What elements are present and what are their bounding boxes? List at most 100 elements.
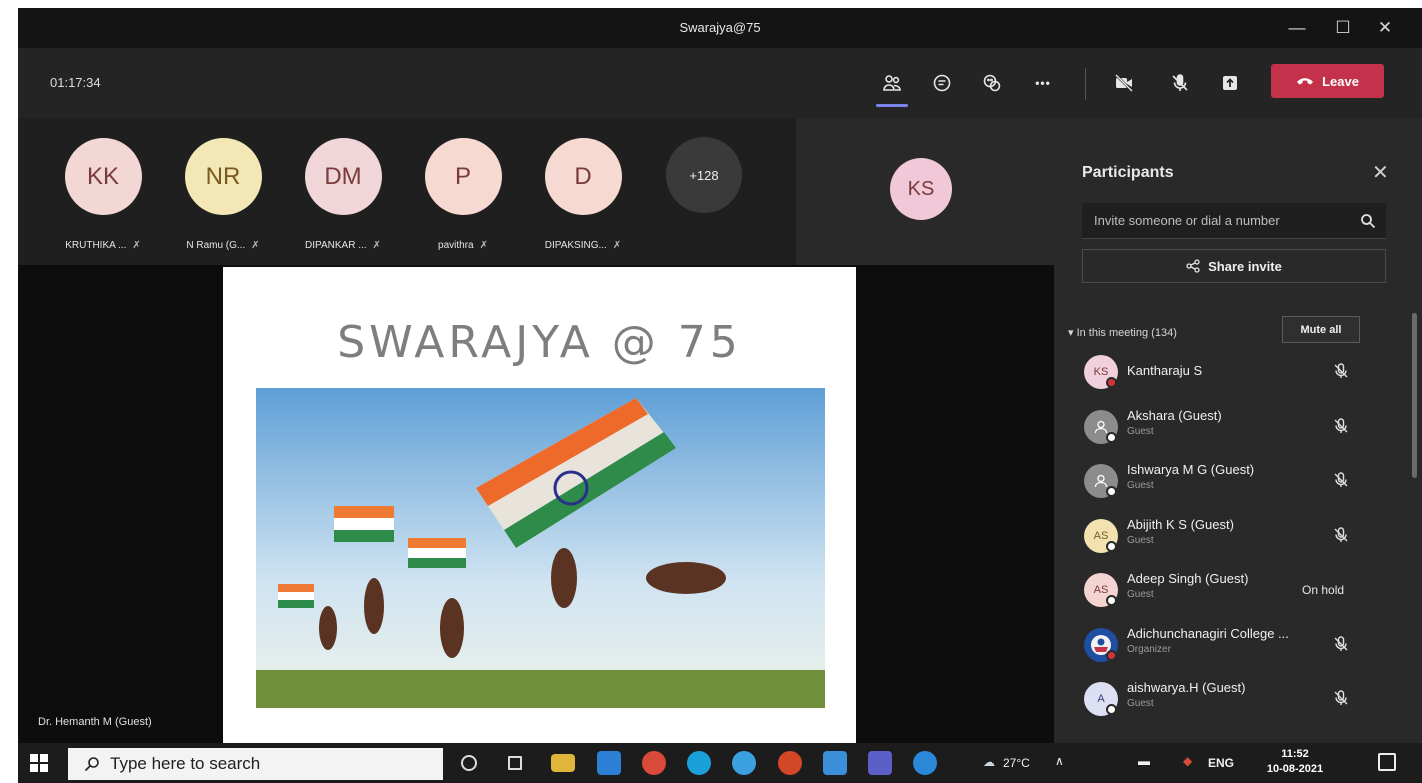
reactions-icon[interactable]: [975, 66, 1009, 100]
participant-name: aishwarya.H (Guest): [1127, 680, 1246, 695]
close-panel-button[interactable]: ✕: [1372, 160, 1389, 185]
browser-icon[interactable]: [732, 751, 756, 775]
avatar: KK: [64, 138, 142, 215]
scrollbar[interactable]: [1412, 313, 1417, 478]
mute-all-button[interactable]: Mute all: [1282, 316, 1360, 343]
windows-start-icon[interactable]: [30, 754, 48, 772]
chat-icon[interactable]: [925, 66, 959, 100]
clock-date: 10-08-2021: [1266, 763, 1324, 775]
maximize-button[interactable]: ☐: [1326, 14, 1360, 42]
mic-off-icon[interactable]: [1332, 471, 1350, 489]
presenter-name: Dr. Hemanth M (Guest): [38, 716, 152, 728]
share-tray-icon[interactable]: [1213, 66, 1247, 100]
meeting-section-header[interactable]: ▾ In this meeting (134): [1068, 326, 1177, 339]
avatar: DM: [304, 138, 382, 215]
gallery-tile[interactable]: NR: [168, 138, 278, 215]
list-item[interactable]: Akshara (Guest) Guest: [1054, 400, 1410, 455]
mic-off-icon[interactable]: [1332, 417, 1350, 435]
presentation-slide: SWARAJYA @ 75: [223, 267, 856, 745]
meeting-toolbar: 01:17:34 ••• Leave: [18, 48, 1422, 118]
temperature[interactable]: 27°C: [1003, 756, 1030, 770]
search-placeholder: Type here to search: [110, 754, 261, 773]
mic-off-icon: ✗: [612, 240, 622, 251]
chevron-up-icon[interactable]: ∧: [1055, 754, 1064, 768]
minimize-button[interactable]: —: [1280, 14, 1314, 42]
participant-name: Akshara (Guest): [1127, 407, 1222, 423]
photos-icon[interactable]: [823, 751, 847, 775]
list-item[interactable]: AS Abijith K S (Guest) Guest: [1054, 509, 1410, 564]
slide-title: SWARAJYA @ 75: [337, 317, 742, 368]
panel-title: Participants: [1082, 164, 1174, 181]
participant-name: Kantharaju S: [1127, 363, 1203, 378]
taskbar-clock[interactable]: 11:52 10-08-2021: [1263, 747, 1327, 777]
mic-off-icon[interactable]: [1332, 526, 1350, 544]
mic-off-icon: ✗: [479, 240, 488, 251]
taskbar-search[interactable]: Type here to search: [68, 748, 443, 780]
edge-icon[interactable]: [687, 751, 711, 775]
gallery-tile[interactable]: D: [528, 138, 638, 215]
presence-dot: [1106, 486, 1117, 497]
participants-panel: Participants ✕ Share invite ▾ In this me…: [1054, 118, 1422, 745]
people-icon[interactable]: [875, 66, 909, 100]
invite-input[interactable]: [1082, 203, 1386, 239]
avatar: NR: [184, 138, 262, 215]
shared-content-stage: SWARAJYA @ 75 Dr. Hemanth M (Guest): [18, 265, 1054, 745]
chrome-icon[interactable]: [642, 751, 666, 775]
teams-icon[interactable]: [868, 751, 892, 775]
chevron-down-icon: ▾: [1068, 327, 1077, 339]
task-view-icon[interactable]: [508, 756, 522, 770]
network-icon[interactable]: ▬: [1138, 754, 1150, 768]
participant-role: Guest: [1127, 589, 1154, 600]
tile-name: DIPANKAR ... ✗: [305, 240, 381, 251]
cortana-icon[interactable]: [461, 755, 477, 771]
mic-off-icon[interactable]: [1332, 362, 1350, 380]
gallery-tile[interactable]: KK: [48, 138, 158, 215]
list-item[interactable]: Adichunchanagiri College ... Organizer: [1054, 618, 1410, 673]
tile-name: N Ramu (G... ✗: [186, 240, 260, 251]
presence-dot: [1106, 540, 1117, 552]
share-invite-button[interactable]: Share invite: [1082, 249, 1386, 283]
more-icon[interactable]: •••: [1026, 66, 1060, 100]
spotlight-tile[interactable]: KS: [796, 118, 1054, 265]
participant-role: Guest: [1127, 480, 1154, 491]
mic-off-icon[interactable]: [1332, 689, 1350, 707]
teams-meeting-window: Swarajya@75 — ☐ ✕ 01:17:34 ••• Leave KK …: [18, 8, 1422, 783]
participant-list: KS Kantharaju S Akshara (Guest) Guest Is…: [1054, 345, 1410, 745]
window-title: Swarajya@75: [679, 20, 761, 35]
store-icon[interactable]: [597, 751, 621, 775]
file-explorer-icon[interactable]: [551, 754, 575, 772]
powerpoint-icon[interactable]: [778, 751, 802, 775]
help-icon[interactable]: [913, 751, 937, 775]
list-item[interactable]: Ishwarya M G (Guest) Guest: [1054, 454, 1410, 509]
close-window-button[interactable]: ✕: [1368, 14, 1402, 42]
presence-dot: [1106, 704, 1117, 715]
list-item[interactable]: AS Adeep Singh (Guest) Guest On hold: [1054, 563, 1410, 618]
notification-icon[interactable]: [1378, 753, 1396, 771]
gallery-tile[interactable]: DM: [288, 138, 398, 215]
volume-icon[interactable]: ◆: [1183, 754, 1192, 768]
mic-off-icon[interactable]: [1332, 635, 1350, 653]
windows-taskbar: Type here to search ☁ 27°C ∧ ▬ ◆ ENG 11:…: [18, 743, 1422, 783]
phone-hangup-icon: [1297, 78, 1314, 85]
slide-photo: [256, 388, 825, 708]
tile-name: DIPAKSING... ✗: [544, 240, 622, 251]
share-invite-label: Share invite: [1208, 258, 1282, 274]
list-item[interactable]: KS Kantharaju S: [1054, 345, 1410, 400]
search-icon[interactable]: [1360, 213, 1376, 229]
participant-role: Organizer: [1127, 643, 1171, 655]
gallery-tile[interactable]: P: [408, 138, 518, 215]
weather-icon[interactable]: ☁: [983, 755, 995, 769]
tile-name: pavithra ✗: [438, 240, 488, 251]
presence-dot: [1106, 377, 1117, 388]
mic-off-icon: ✗: [251, 240, 260, 251]
leave-button[interactable]: Leave: [1271, 64, 1384, 98]
active-tab-indicator: [876, 104, 908, 107]
tile-name: KRUTHIKA ... ✗: [65, 240, 141, 251]
overflow-participants-button[interactable]: +128: [666, 137, 742, 213]
participant-role: Guest: [1127, 425, 1154, 437]
language-indicator[interactable]: ENG: [1208, 756, 1234, 770]
participant-name: Abijith K S (Guest): [1127, 516, 1234, 532]
camera-off-icon[interactable]: [1107, 66, 1141, 100]
mic-off-icon[interactable]: [1163, 66, 1197, 100]
list-item[interactable]: A aishwarya.H (Guest) Guest: [1054, 672, 1410, 727]
